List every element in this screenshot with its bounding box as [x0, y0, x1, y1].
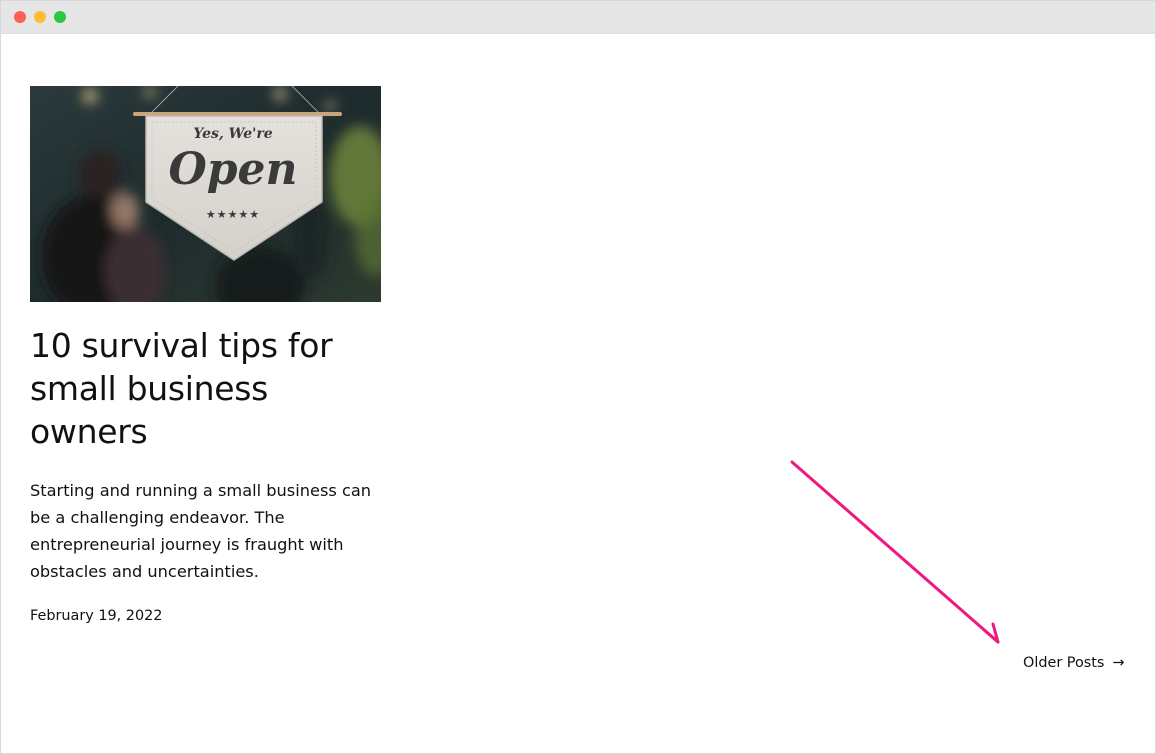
- maximize-window-button[interactable]: [54, 11, 66, 23]
- post-card: Yes, We're Open ★★★★★ 10 survival tips f…: [30, 86, 382, 624]
- post-featured-image[interactable]: Yes, We're Open ★★★★★: [30, 86, 382, 302]
- older-posts-link[interactable]: Older Posts →: [1023, 655, 1124, 671]
- close-window-button[interactable]: [14, 11, 26, 23]
- browser-window: Yes, We're Open ★★★★★ 10 survival tips f…: [0, 0, 1156, 754]
- post-excerpt: Starting and running a small business ca…: [30, 481, 372, 581]
- sign-line-1: Yes, We're: [193, 126, 273, 142]
- minimize-window-button[interactable]: [34, 11, 46, 23]
- arrow-right-icon: →: [1112, 655, 1125, 671]
- window-titlebar: [1, 1, 1155, 34]
- older-posts-label: Older Posts: [1023, 655, 1105, 671]
- sign-line-2: Open: [168, 144, 298, 195]
- sign-stars: ★★★★★: [205, 208, 261, 221]
- post-title[interactable]: 10 survival tips for small business owne…: [30, 324, 382, 453]
- post-date: February 19, 2022: [30, 608, 163, 624]
